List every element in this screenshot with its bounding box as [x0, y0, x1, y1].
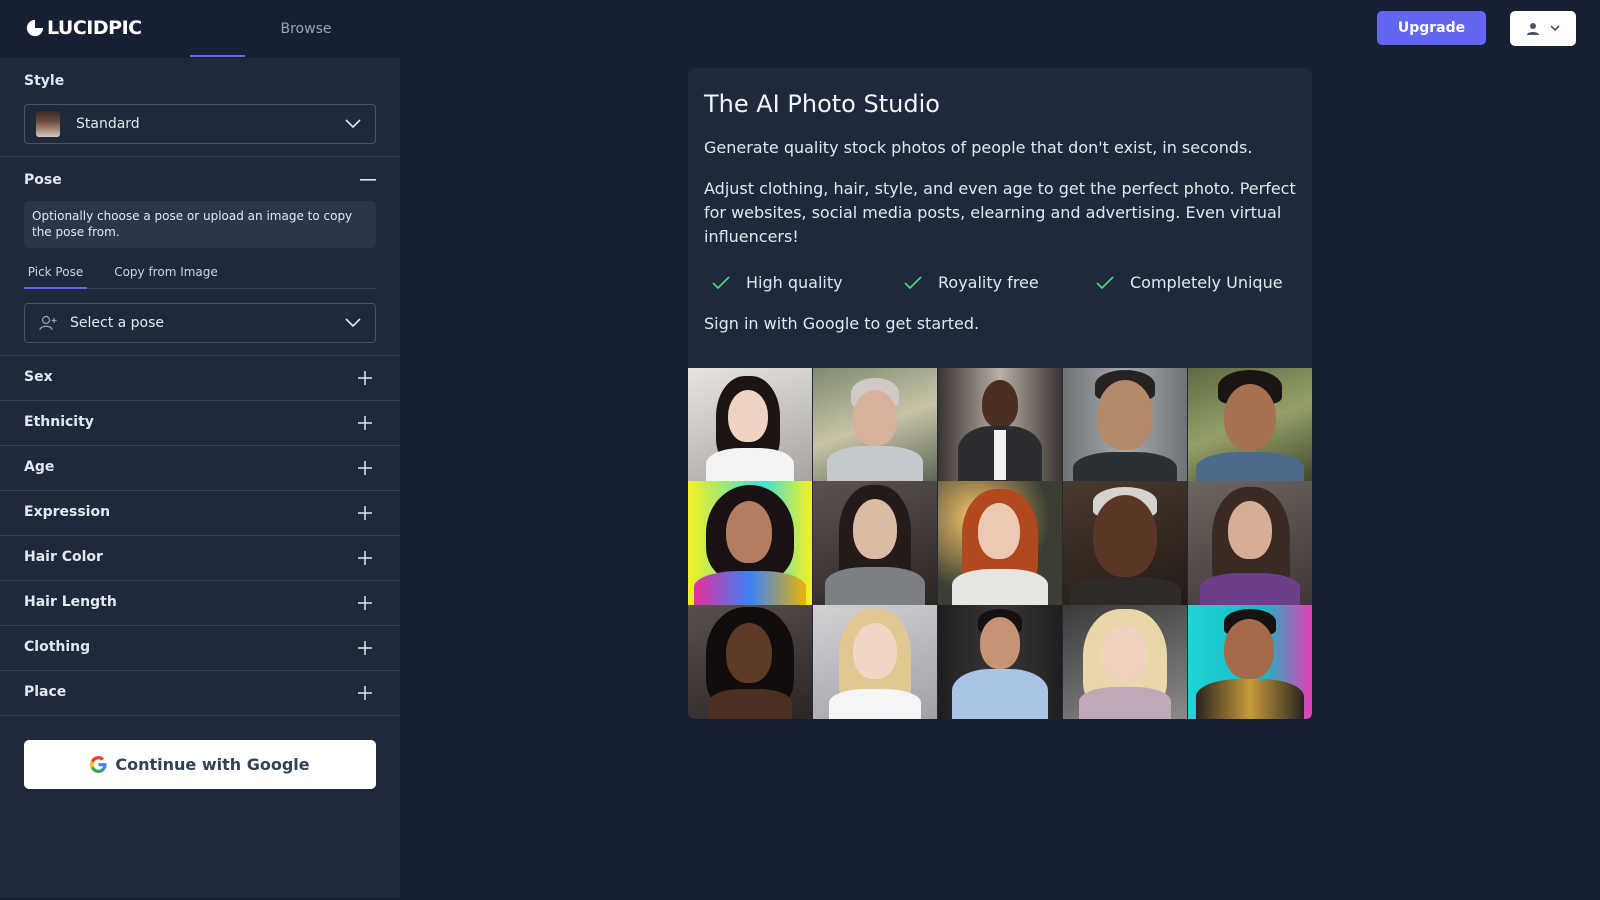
google-icon	[90, 756, 107, 773]
sign-in-prompt: Sign in with Google to get started.	[704, 314, 980, 333]
plus-icon	[358, 461, 372, 475]
google-button-label: Continue with Google	[115, 755, 310, 774]
sample-photo-grid	[688, 368, 1312, 719]
feature-label: Completely Unique	[1130, 273, 1283, 292]
plus-icon	[358, 416, 372, 430]
check-icon	[904, 275, 922, 289]
accordion-label: Hair Length	[24, 594, 117, 610]
accordion-label: Place	[24, 684, 67, 700]
accordion-age[interactable]: Age	[0, 446, 400, 491]
hero-card: The AI Photo Studio Generate quality sto…	[688, 68, 1312, 719]
chevron-down-icon	[345, 119, 361, 129]
feature-item: Royality free	[904, 273, 1039, 292]
tab-pick-pose[interactable]: Pick Pose	[24, 256, 87, 289]
plus-icon	[358, 371, 372, 385]
top-header: LUCIDPIC Browse Upgrade	[0, 0, 1600, 58]
continue-with-google-button[interactable]: Continue with Google	[24, 740, 376, 789]
page-title: The AI Photo Studio	[704, 90, 940, 118]
pose-tabs: Pick Pose Copy from Image	[24, 256, 376, 289]
nav-tab-generate[interactable]	[190, 0, 245, 57]
hero-description: Adjust clothing, hair, style, and even a…	[704, 179, 1296, 246]
accordion-label: Expression	[24, 504, 111, 520]
sample-photo	[813, 368, 937, 481]
sample-photo	[938, 368, 1062, 481]
accordion-hair-color[interactable]: Hair Color	[0, 536, 400, 581]
accordion-label: Hair Color	[24, 549, 103, 565]
style-label: Style	[24, 73, 65, 89]
feature-label: Royality free	[938, 273, 1039, 292]
plus-icon	[358, 506, 372, 520]
accordion-place[interactable]: Place	[0, 671, 400, 716]
pose-select[interactable]: Select a pose	[24, 303, 376, 343]
user-menu-button[interactable]	[1510, 11, 1576, 46]
user-icon	[1527, 22, 1539, 35]
sample-photo	[1063, 605, 1187, 719]
sample-photo	[1063, 368, 1187, 481]
plus-icon	[358, 596, 372, 610]
pose-info-text: Optionally choose a pose or upload an im…	[24, 201, 376, 248]
check-icon	[712, 275, 730, 289]
style-select-value: Standard	[76, 116, 140, 132]
feature-item: High quality	[712, 273, 843, 292]
accordion-ethnicity[interactable]: Ethnicity	[0, 401, 400, 446]
sample-photo	[1188, 605, 1312, 719]
feature-list: High quality Royality free Completely Un…	[704, 273, 1304, 297]
pose-select-placeholder: Select a pose	[70, 315, 165, 331]
sample-photo	[688, 605, 812, 719]
accordion-label: Age	[24, 459, 55, 475]
sample-photo	[688, 481, 812, 605]
plus-icon	[358, 551, 372, 565]
accordion-sex[interactable]: Sex	[0, 356, 400, 401]
nav-tab-browse[interactable]: Browse	[270, 0, 342, 57]
logo[interactable]: LUCIDPIC	[26, 17, 142, 39]
pose-label: Pose	[24, 172, 62, 188]
sidebar: Style Standard Pose Optionally choose a …	[0, 58, 400, 898]
accordion-label: Sex	[24, 369, 53, 385]
chevron-down-icon	[1550, 25, 1560, 32]
accordion-hair-length[interactable]: Hair Length	[0, 581, 400, 626]
pose-header[interactable]: Pose	[24, 170, 376, 190]
chevron-down-icon	[345, 318, 361, 328]
accordion-clothing[interactable]: Clothing	[0, 626, 400, 671]
sample-photo	[938, 481, 1062, 605]
feature-item: Completely Unique	[1096, 273, 1283, 292]
user-plus-icon	[39, 315, 57, 331]
check-icon	[1096, 275, 1114, 289]
sample-photo	[688, 368, 812, 481]
sample-photo	[1188, 481, 1312, 605]
hero-subtitle: Generate quality stock photos of people …	[704, 138, 1253, 157]
accordion-expression[interactable]: Expression	[0, 491, 400, 536]
sample-photo	[813, 605, 937, 719]
sample-photo	[1188, 368, 1312, 481]
plus-icon	[358, 641, 372, 655]
upgrade-button[interactable]: Upgrade	[1377, 11, 1486, 45]
tab-copy-from-image[interactable]: Copy from Image	[110, 256, 222, 288]
style-select[interactable]: Standard	[24, 104, 376, 144]
accordion-label: Ethnicity	[24, 414, 94, 430]
sample-photo	[813, 481, 937, 605]
logo-text: LUCIDPIC	[47, 17, 142, 39]
feature-label: High quality	[746, 273, 843, 292]
minus-icon[interactable]	[360, 179, 376, 181]
divider	[0, 156, 400, 157]
plus-icon	[358, 686, 372, 700]
accordion-label: Clothing	[24, 639, 91, 655]
style-thumbnail	[36, 111, 60, 137]
sample-photo	[938, 605, 1062, 719]
sample-photo	[1063, 481, 1187, 605]
logo-mark-icon	[26, 19, 44, 37]
